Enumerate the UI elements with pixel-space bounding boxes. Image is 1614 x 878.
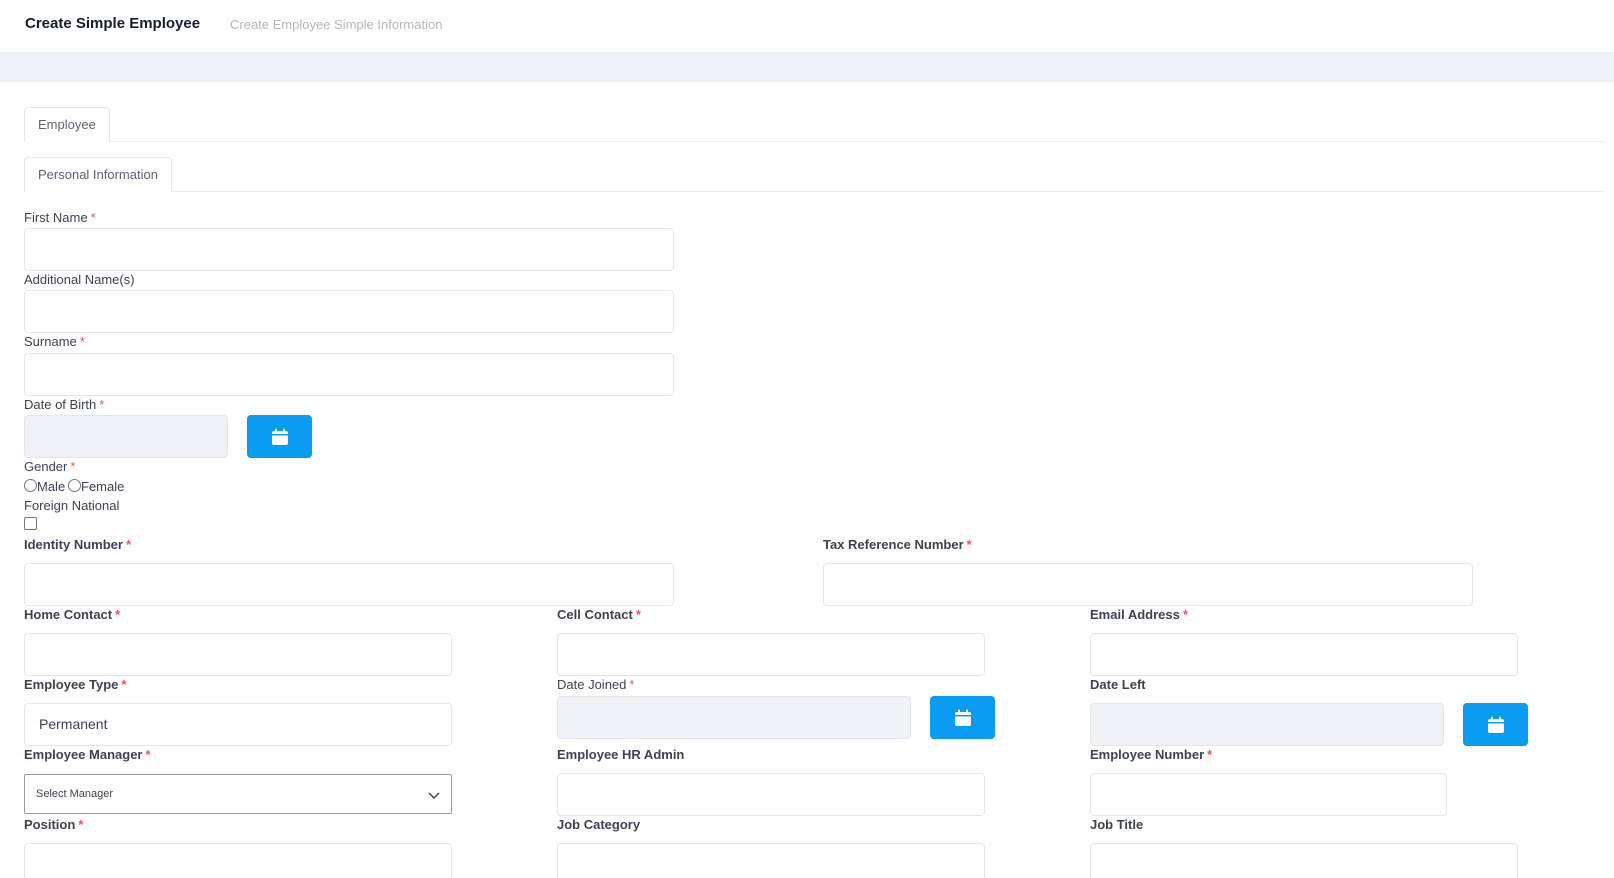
- first-name-label-text: First Name: [24, 210, 88, 225]
- first-name-input[interactable]: [24, 228, 674, 271]
- date-of-birth-label-text: Date of Birth: [24, 397, 97, 412]
- date-left-calendar-button[interactable]: [1463, 703, 1528, 746]
- date-joined-calendar-button[interactable]: [930, 696, 995, 739]
- date-joined-label: Date Joined *: [557, 677, 634, 692]
- tab-divider-employee: [24, 141, 1604, 142]
- employee-manager-label: Employee Manager *: [24, 747, 151, 762]
- employee-number-label-text: Employee Number: [1090, 747, 1205, 762]
- required-mark: *: [629, 677, 635, 692]
- surname-label: Surname *: [24, 334, 85, 349]
- date-left-label: Date Left: [1090, 677, 1146, 692]
- job-category-input[interactable]: [557, 843, 985, 878]
- employee-type-label-text: Employee Type: [24, 677, 119, 692]
- employee-manager-select-value: Select Manager: [36, 788, 114, 800]
- position-input[interactable]: [24, 843, 452, 878]
- required-mark: *: [125, 537, 132, 552]
- required-mark: *: [1182, 607, 1188, 622]
- position-label-text: Position: [24, 817, 76, 832]
- home-contact-label: Home Contact *: [24, 607, 120, 622]
- required-mark: *: [99, 397, 105, 412]
- required-mark: *: [79, 334, 85, 349]
- identity-number-label: Identity Number *: [24, 537, 131, 552]
- identity-number-label-text: Identity Number: [24, 537, 123, 552]
- required-mark: *: [966, 537, 972, 552]
- surname-label-text: Surname: [24, 334, 77, 349]
- chevron-down-icon: [428, 792, 440, 800]
- employee-manager-select[interactable]: Select Manager: [24, 774, 452, 814]
- email-address-label-text: Email Address: [1090, 607, 1180, 622]
- position-label: Position *: [24, 817, 83, 832]
- additional-names-input[interactable]: [24, 290, 674, 333]
- gender-label: Gender *: [24, 459, 75, 474]
- employee-number-label: Employee Number *: [1090, 747, 1212, 762]
- tax-reference-number-input[interactable]: [823, 563, 1473, 606]
- date-of-birth-label: Date of Birth *: [24, 397, 104, 412]
- job-title-label: Job Title: [1090, 817, 1144, 832]
- page-subtitle: Create Employee Simple Information: [230, 17, 443, 32]
- cell-contact-label: Cell Contact *: [557, 607, 641, 622]
- additional-names-label: Additional Name(s): [24, 272, 135, 287]
- date-joined-label-text: Date Joined: [557, 677, 627, 692]
- required-mark: *: [1207, 747, 1213, 762]
- job-title-input[interactable]: [1090, 843, 1518, 878]
- page-title: Create Simple Employee: [25, 15, 201, 32]
- employee-number-input[interactable]: [1090, 773, 1447, 816]
- required-mark: *: [78, 817, 84, 832]
- page-header: Create Simple Employee Create Employee S…: [0, 0, 1614, 52]
- date-joined-input[interactable]: [557, 696, 911, 739]
- tab-divider-personal: [24, 191, 1604, 192]
- gender-male-label: Male: [37, 479, 66, 494]
- first-name-label: First Name *: [24, 210, 96, 225]
- required-mark: *: [635, 607, 641, 622]
- gender-label-text: Gender: [24, 459, 68, 474]
- calendar-icon: [1487, 716, 1504, 733]
- employee-manager-label-text: Employee Manager: [24, 747, 143, 762]
- email-address-input[interactable]: [1090, 633, 1518, 676]
- required-mark: *: [70, 459, 76, 474]
- home-contact-label-text: Home Contact: [24, 607, 113, 622]
- job-category-label: Job Category: [557, 817, 641, 832]
- gender-female-label: Female: [81, 479, 125, 494]
- home-contact-input[interactable]: [24, 633, 452, 676]
- tax-reference-number-label-text: Tax Reference Number: [823, 537, 964, 552]
- date-of-birth-input[interactable]: [24, 415, 228, 458]
- foreign-national-checkbox[interactable]: [24, 517, 37, 530]
- gender-male-radio[interactable]: [24, 479, 37, 492]
- employee-hr-admin-label: Employee HR Admin: [557, 747, 685, 762]
- cell-contact-label-text: Cell Contact: [557, 607, 633, 622]
- date-left-input[interactable]: [1090, 703, 1444, 746]
- date-of-birth-calendar-button[interactable]: [247, 415, 312, 458]
- email-address-label: Email Address *: [1090, 607, 1188, 622]
- identity-number-input[interactable]: [24, 563, 674, 606]
- employee-type-label: Employee Type *: [24, 677, 126, 692]
- foreign-national-label: Foreign National: [24, 498, 120, 513]
- header-band: [0, 52, 1614, 82]
- cell-contact-input[interactable]: [557, 633, 985, 676]
- employee-hr-admin-input[interactable]: [557, 773, 985, 816]
- calendar-icon: [954, 709, 971, 726]
- required-mark: *: [115, 607, 121, 622]
- tab-employee[interactable]: Employee: [24, 107, 110, 142]
- calendar-icon: [271, 428, 288, 445]
- required-mark: *: [121, 677, 127, 692]
- tab-personal-information[interactable]: Personal Information: [24, 157, 172, 192]
- required-mark: *: [90, 210, 96, 225]
- required-mark: *: [145, 747, 151, 762]
- employee-type-input[interactable]: Permanent: [24, 703, 452, 746]
- surname-input[interactable]: [24, 353, 674, 396]
- tax-reference-number-label: Tax Reference Number *: [823, 537, 972, 552]
- gender-female-radio[interactable]: [68, 479, 81, 492]
